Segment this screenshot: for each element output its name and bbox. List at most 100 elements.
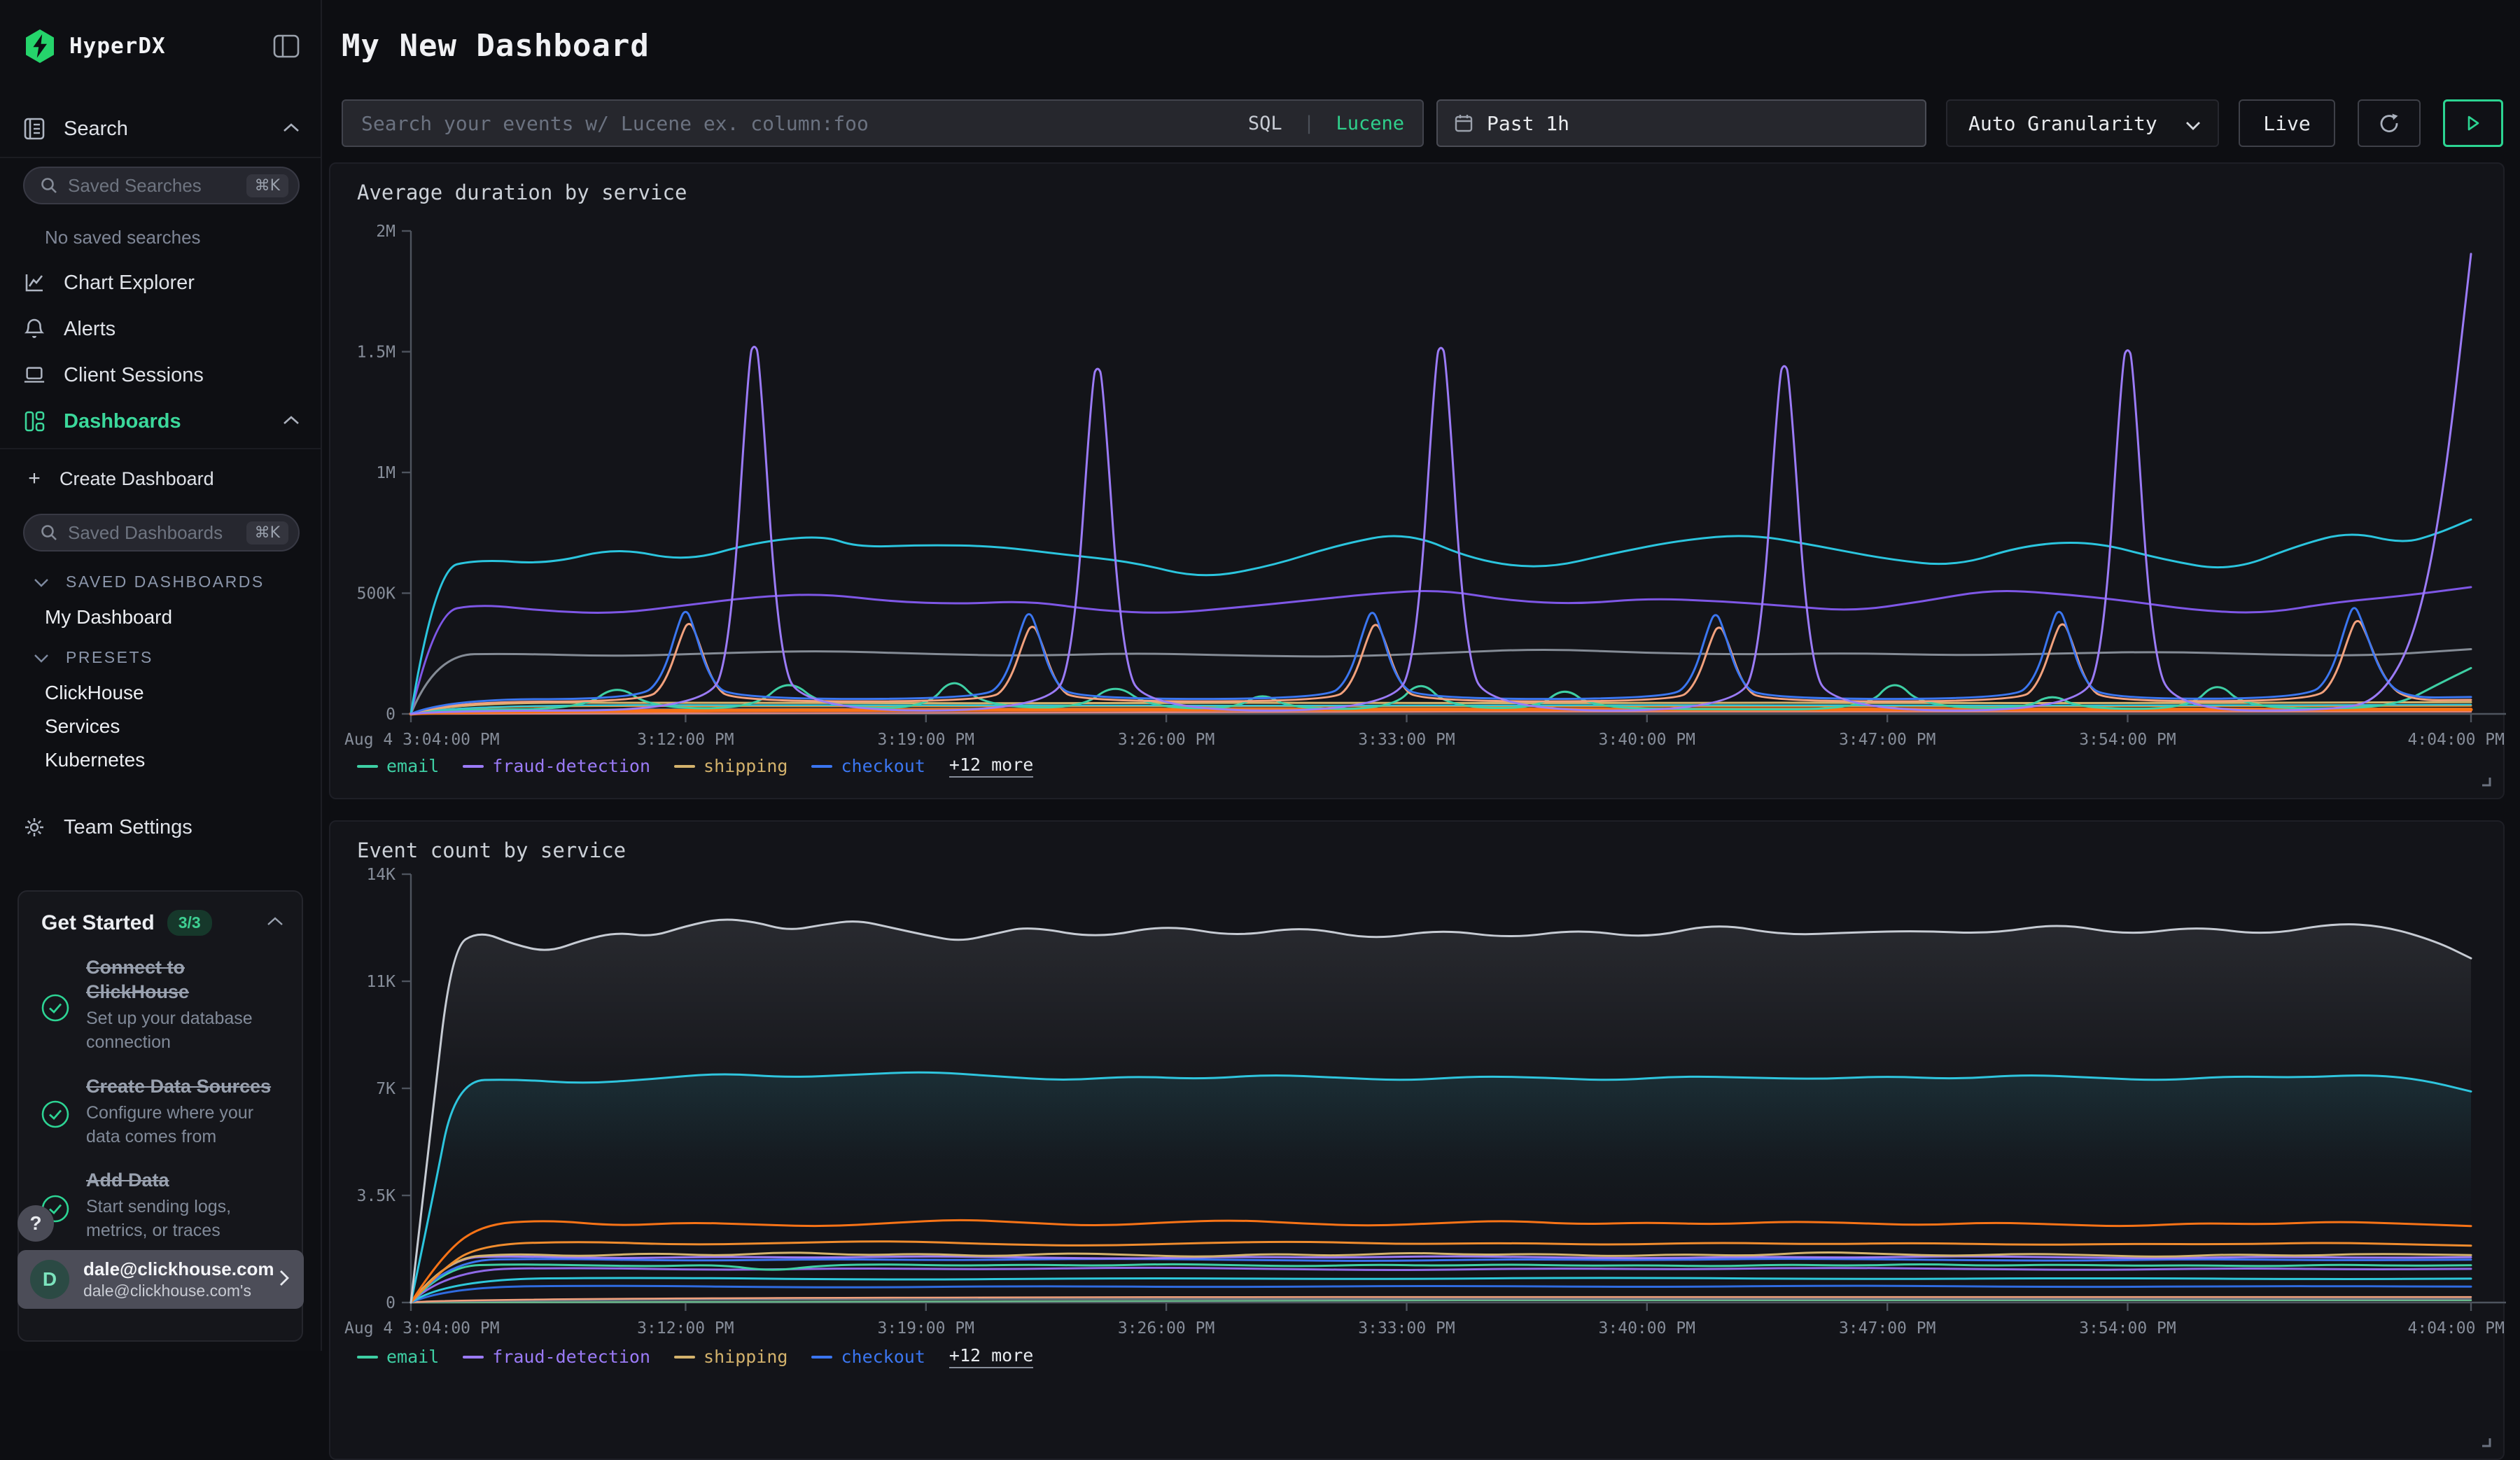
x-tick-label: 4:04:00 PM	[2408, 1319, 2505, 1338]
get-started-progress-badge: 3/3	[167, 910, 212, 936]
y-tick-label: 7K	[376, 1080, 396, 1098]
sidebar-item-clickhouse[interactable]: ClickHouse	[45, 682, 144, 704]
legend-label: checkout	[841, 756, 925, 776]
sidebar-item-my-dashboard[interactable]: My Dashboard	[45, 606, 172, 629]
question-mark-icon: ?	[29, 1212, 41, 1235]
chevron-up-icon[interactable]	[267, 916, 284, 929]
get-started-item-title: Create Data Sources	[86, 1074, 284, 1099]
get-started-item-desc: Set up your database connection	[86, 1007, 261, 1055]
x-tick-label: 3:26:00 PM	[1118, 731, 1214, 749]
section-header-label: PRESETS	[66, 648, 153, 667]
resize-handle-icon[interactable]	[2479, 1436, 2492, 1452]
legend-dash-icon	[357, 1356, 378, 1359]
search-section-icon	[23, 117, 46, 141]
chevron-up-icon[interactable]	[283, 122, 300, 136]
sidebar-item-label: Client Sessions	[64, 364, 204, 387]
sql-toggle[interactable]: SQL	[1248, 113, 1282, 134]
sidebar-item-chart-explorer[interactable]: Chart Explorer	[23, 267, 300, 298]
user-account-chip[interactable]: D dale@clickhouse.com dale@clickhouse.co…	[18, 1250, 304, 1309]
sidebar-item-client-sessions[interactable]: Client Sessions	[23, 360, 300, 391]
granularity-select[interactable]: Auto Granularity	[1946, 99, 2219, 147]
legend-dash-icon	[357, 765, 378, 768]
check-circle-icon	[40, 961, 71, 1055]
query-language-toggle: SQL | Lucene	[1248, 113, 1404, 134]
search-icon	[40, 176, 58, 195]
resize-handle-icon[interactable]	[2479, 775, 2492, 791]
x-tick-label: 3:12:00 PM	[637, 1319, 734, 1338]
live-button[interactable]: Live	[2239, 99, 2335, 147]
get-started-item-connect[interactable]: Connect to ClickHouse Set up your databa…	[19, 936, 302, 1055]
run-query-button[interactable]	[2443, 99, 2503, 147]
presets-section-header[interactable]: PRESETS	[34, 648, 153, 667]
x-tick-label: 3:26:00 PM	[1118, 1319, 1214, 1338]
hyperdx-logo-icon	[23, 28, 57, 64]
line-chart: 2M1.5M1M500K0Aug 4 3:04:00 PM3:12:00 PM3…	[330, 164, 2506, 752]
check-circle-icon	[40, 1080, 71, 1149]
series-line-gray-wave	[411, 650, 2471, 715]
legend-more-link[interactable]: +12 more	[949, 1345, 1033, 1368]
create-dashboard-label: Create Dashboard	[59, 468, 214, 490]
sidebar-item-search[interactable]: Search	[23, 113, 300, 144]
get-started-item-sources[interactable]: Create Data Sources Configure where your…	[19, 1055, 302, 1149]
chevron-down-icon	[2185, 112, 2201, 135]
legend-label: fraud-detection	[492, 756, 650, 776]
legend-item-shipping[interactable]: shipping	[674, 1347, 788, 1367]
legend-label: checkout	[841, 1347, 925, 1367]
sidebar: HyperDX Search Saved Searches ⌘K No save…	[0, 0, 322, 1351]
refresh-button[interactable]	[2358, 99, 2421, 147]
x-tick-label: 3:54:00 PM	[2079, 1319, 2176, 1338]
legend-item-fraud-detection[interactable]: fraud-detection	[463, 1347, 650, 1367]
sidebar-item-team-settings[interactable]: Team Settings	[23, 812, 300, 843]
y-tick-label: 2M	[376, 223, 396, 241]
get-started-title: Get Started	[41, 911, 155, 935]
sidebar-item-kubernetes[interactable]: Kubernetes	[45, 749, 145, 771]
y-tick-label: 11K	[366, 973, 396, 991]
sidebar-item-dashboards[interactable]: Dashboards	[23, 406, 300, 437]
help-button[interactable]: ?	[18, 1205, 54, 1242]
lucene-toggle[interactable]: Lucene	[1336, 113, 1404, 134]
chart-panel-avg-duration[interactable]: Average duration by service 2M1.5M1M500K…	[329, 162, 2505, 799]
chevron-down-icon	[34, 573, 49, 591]
line-chart: 14K11K7K3.5K0Aug 4 3:04:00 PM3:12:00 PM3…	[330, 822, 2506, 1340]
legend-item-fraud-detection[interactable]: fraud-detection	[463, 756, 650, 776]
legend-item-email[interactable]: email	[357, 756, 439, 776]
y-tick-label: 500K	[357, 585, 396, 603]
chart-legend: email fraud-detection shipping checkout +12 …	[357, 754, 1033, 778]
legend-label: fraud-detection	[492, 1347, 650, 1367]
create-dashboard-button[interactable]: + Create Dashboard	[23, 463, 300, 494]
legend-dash-icon	[463, 765, 484, 768]
x-tick-label: Aug 4 3:04:00 PM	[344, 731, 500, 749]
y-tick-label: 1M	[376, 464, 396, 482]
saved-dashboards-input[interactable]: Saved Dashboards ⌘K	[23, 514, 300, 552]
sidebar-item-services[interactable]: Services	[45, 715, 120, 738]
series-line-purple-wave	[411, 587, 2471, 714]
sidebar-item-label: Alerts	[64, 318, 115, 341]
y-tick-label: 0	[386, 706, 396, 724]
saved-searches-input[interactable]: Saved Searches ⌘K	[23, 167, 300, 204]
legend-more-link[interactable]: +12 more	[949, 754, 1033, 778]
saved-searches-placeholder: Saved Searches	[68, 175, 202, 197]
y-tick-label: 14K	[366, 866, 396, 884]
chevron-up-icon[interactable]	[283, 415, 300, 428]
shortcut-badge: ⌘K	[246, 521, 288, 545]
x-tick-label: 3:54:00 PM	[2079, 731, 2176, 749]
event-search-input[interactable]: Search your events w/ Lucene ex. column:…	[342, 99, 1424, 147]
time-range-picker[interactable]: Past 1h	[1436, 99, 1926, 147]
time-range-value: Past 1h	[1487, 112, 1569, 135]
granularity-value: Auto Granularity	[1968, 112, 2157, 135]
avatar: D	[30, 1260, 69, 1299]
chart-panel-event-count[interactable]: Event count by service 14K11K7K3.5K0Aug …	[329, 820, 2505, 1460]
legend-item-checkout[interactable]: checkout	[811, 756, 925, 776]
saved-dashboards-section-header[interactable]: SAVED DASHBOARDS	[34, 573, 265, 591]
get-started-item-add-data[interactable]: Add Data Start sending logs, metrics, or…	[19, 1149, 302, 1243]
divider	[0, 157, 321, 158]
x-tick-label: 3:12:00 PM	[637, 731, 734, 749]
y-tick-label: 0	[386, 1294, 396, 1312]
legend-item-checkout[interactable]: checkout	[811, 1347, 925, 1367]
sidebar-item-alerts[interactable]: Alerts	[23, 314, 300, 344]
legend-item-email[interactable]: email	[357, 1347, 439, 1367]
sidebar-collapse-icon[interactable]	[273, 34, 300, 58]
x-tick-label: 3:47:00 PM	[1839, 731, 1935, 749]
legend-dash-icon	[463, 1356, 484, 1359]
legend-item-shipping[interactable]: shipping	[674, 756, 788, 776]
